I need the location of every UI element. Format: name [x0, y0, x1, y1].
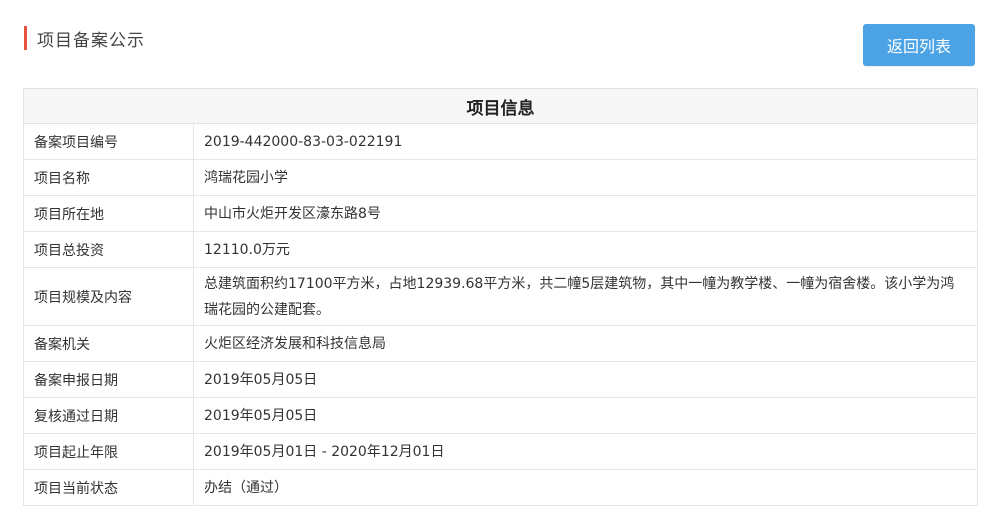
- table-caption: 项目信息: [23, 88, 978, 124]
- page-title: 项目备案公示: [37, 30, 145, 51]
- row-label: 复核通过日期: [23, 397, 194, 434]
- row-value: 2019年05月01日 - 2020年12月01日: [193, 433, 978, 470]
- row-value: 12110.0万元: [193, 231, 978, 268]
- table-row: 备案机关 火炬区经济发展和科技信息局: [23, 325, 978, 362]
- table-row: 项目当前状态 办结（通过）: [23, 469, 978, 506]
- title-accent-bar: [24, 26, 27, 50]
- page-header: 项目备案公示: [24, 24, 145, 52]
- row-value: 中山市火炬开发区濠东路8号: [193, 195, 978, 232]
- row-label: 备案项目编号: [23, 123, 194, 160]
- row-label: 项目当前状态: [23, 469, 194, 506]
- row-value: 火炬区经济发展和科技信息局: [193, 325, 978, 362]
- row-label: 项目所在地: [23, 195, 194, 232]
- back-to-list-button[interactable]: 返回列表: [863, 24, 975, 66]
- table-row: 备案申报日期 2019年05月05日: [23, 361, 978, 398]
- row-value: 总建筑面积约17100平方米，占地12939.68平方米，共二幢5层建筑物，其中…: [193, 267, 978, 326]
- row-label: 项目总投资: [23, 231, 194, 268]
- table-row: 项目起止年限 2019年05月01日 - 2020年12月01日: [23, 433, 978, 470]
- project-info-table: 项目信息 备案项目编号 2019-442000-83-03-022191 项目名…: [23, 88, 978, 506]
- table-row: 项目所在地 中山市火炬开发区濠东路8号: [23, 195, 978, 232]
- row-value: 办结（通过）: [193, 469, 978, 506]
- row-label: 项目名称: [23, 159, 194, 196]
- row-label: 项目起止年限: [23, 433, 194, 470]
- row-label: 项目规模及内容: [23, 267, 194, 326]
- table-row: 项目总投资 12110.0万元: [23, 231, 978, 268]
- table-row: 备案项目编号 2019-442000-83-03-022191: [23, 123, 978, 160]
- row-label: 备案机关: [23, 325, 194, 362]
- table-row: 项目规模及内容 总建筑面积约17100平方米，占地12939.68平方米，共二幢…: [23, 267, 978, 326]
- table-row: 复核通过日期 2019年05月05日: [23, 397, 978, 434]
- row-value: 2019年05月05日: [193, 361, 978, 398]
- table-row: 项目名称 鸿瑞花园小学: [23, 159, 978, 196]
- row-value: 2019-442000-83-03-022191: [193, 123, 978, 160]
- row-label: 备案申报日期: [23, 361, 194, 398]
- row-value: 2019年05月05日: [193, 397, 978, 434]
- row-value: 鸿瑞花园小学: [193, 159, 978, 196]
